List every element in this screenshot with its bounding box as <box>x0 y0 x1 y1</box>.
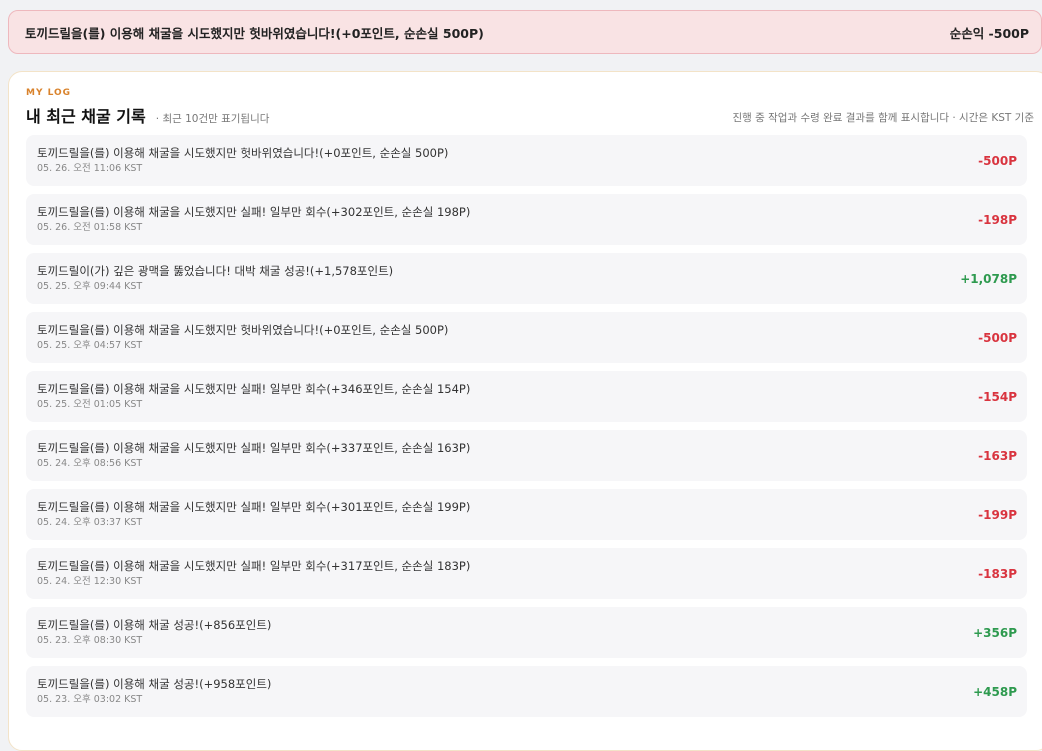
section-eyebrow: MY LOG <box>26 88 72 98</box>
log-item-time: 05. 26. 오전 01:58 KST <box>37 222 143 233</box>
log-item-message: 토끼드릴을(를) 이용해 채굴 성공!(+856포인트) <box>37 618 272 632</box>
log-item-time: 05. 24. 오전 12:30 KST <box>37 576 143 587</box>
log-item: 토끼드릴을(를) 이용해 채굴 성공!(+856포인트) 05. 23. 오후 … <box>26 607 1027 658</box>
log-item: 토끼드릴을(를) 이용해 채굴을 시도했지만 실패! 일부만 회수(+317포인… <box>26 548 1027 599</box>
log-item-amount: -500P <box>978 330 1017 345</box>
log-title: 내 최근 채굴 기록 <box>26 107 146 126</box>
log-item-amount: +356P <box>973 625 1017 640</box>
log-item-amount: +458P <box>973 684 1017 699</box>
log-item-message: 토끼드릴을(를) 이용해 채굴을 시도했지만 헛바위였습니다!(+0포인트, 순… <box>37 323 449 337</box>
log-item-time: 05. 26. 오전 11:06 KST <box>37 163 143 174</box>
result-banner: 토끼드릴을(를) 이용해 채굴을 시도했지만 헛바위였습니다!(+0포인트, 순… <box>8 10 1042 54</box>
log-item-amount: -500P <box>978 153 1017 168</box>
log-item-amount: -199P <box>978 507 1017 522</box>
log-item-message: 토끼드릴을(를) 이용해 채굴을 시도했지만 실패! 일부만 회수(+317포인… <box>37 559 471 573</box>
mining-log-card: MY LOG 내 최근 채굴 기록 · 최근 10건만 표기됩니다 진행 중 작… <box>8 71 1042 751</box>
log-item-time: 05. 25. 오후 04:57 KST <box>37 340 143 351</box>
log-item: 토끼드릴을(를) 이용해 채굴을 시도했지만 실패! 일부만 회수(+346포인… <box>26 371 1027 422</box>
log-list: 토끼드릴을(를) 이용해 채굴을 시도했지만 헛바위였습니다!(+0포인트, 순… <box>26 135 1034 725</box>
log-item-time: 05. 23. 오후 08:30 KST <box>37 635 143 646</box>
log-item-amount: -198P <box>978 212 1017 227</box>
log-item-message: 토끼드릴을(를) 이용해 채굴을 시도했지만 실패! 일부만 회수(+301포인… <box>37 500 471 514</box>
log-item-message: 토끼드릴을(를) 이용해 채굴을 시도했지만 실패! 일부만 회수(+337포인… <box>37 441 471 455</box>
log-item-time: 05. 24. 오후 08:56 KST <box>37 458 143 469</box>
banner-message: 토끼드릴을(를) 이용해 채굴을 시도했지만 헛바위였습니다!(+0포인트, 순… <box>25 25 484 41</box>
log-item-time: 05. 23. 오후 03:02 KST <box>37 694 143 705</box>
log-item: 토끼드릴을(를) 이용해 채굴을 시도했지만 실패! 일부만 회수(+302포인… <box>26 194 1027 245</box>
log-item-amount: +1,078P <box>960 271 1017 286</box>
log-item-amount: -163P <box>978 448 1017 463</box>
log-item-time: 05. 25. 오후 09:44 KST <box>37 281 143 292</box>
log-item-time: 05. 24. 오후 03:37 KST <box>37 517 143 528</box>
log-item-message: 토끼드릴을(를) 이용해 채굴을 시도했지만 실패! 일부만 회수(+302포인… <box>37 205 471 219</box>
log-item: 토끼드릴을(를) 이용해 채굴을 시도했지만 실패! 일부만 회수(+301포인… <box>26 489 1027 540</box>
log-item-amount: -154P <box>978 389 1017 404</box>
log-header: 내 최근 채굴 기록 · 최근 10건만 표기됩니다 진행 중 작업과 수령 완… <box>26 101 1034 127</box>
log-item-time: 05. 25. 오전 01:05 KST <box>37 399 143 410</box>
log-subtitle: · 최근 10건만 표기됩니다 <box>155 113 270 125</box>
log-note: 진행 중 작업과 수령 완료 결과를 함께 표시합니다 · 시간은 KST 기준 <box>732 112 1034 124</box>
log-item-message: 토끼드릴을(를) 이용해 채굴을 시도했지만 실패! 일부만 회수(+346포인… <box>37 382 471 396</box>
log-item-message: 토끼드릴을(를) 이용해 채굴 성공!(+958포인트) <box>37 677 272 691</box>
log-item: 토끼드릴을(를) 이용해 채굴을 시도했지만 헛바위였습니다!(+0포인트, 순… <box>26 135 1027 186</box>
log-item: 토끼드릴을(를) 이용해 채굴을 시도했지만 실패! 일부만 회수(+337포인… <box>26 430 1027 481</box>
log-item-message: 토끼드릴을(를) 이용해 채굴을 시도했지만 헛바위였습니다!(+0포인트, 순… <box>37 146 449 160</box>
log-item: 토끼드릴이(가) 깊은 광맥을 뚫었습니다! 대박 채굴 성공!(+1,578포… <box>26 253 1027 304</box>
log-item-amount: -183P <box>978 566 1017 581</box>
log-item: 토끼드릴을(를) 이용해 채굴을 시도했지만 헛바위였습니다!(+0포인트, 순… <box>26 312 1027 363</box>
log-item: 토끼드릴을(를) 이용해 채굴 성공!(+958포인트) 05. 23. 오후 … <box>26 666 1027 717</box>
log-item-message: 토끼드릴이(가) 깊은 광맥을 뚫었습니다! 대박 채굴 성공!(+1,578포… <box>37 264 394 278</box>
banner-net-profit: 순손익 -500P <box>949 25 1029 41</box>
